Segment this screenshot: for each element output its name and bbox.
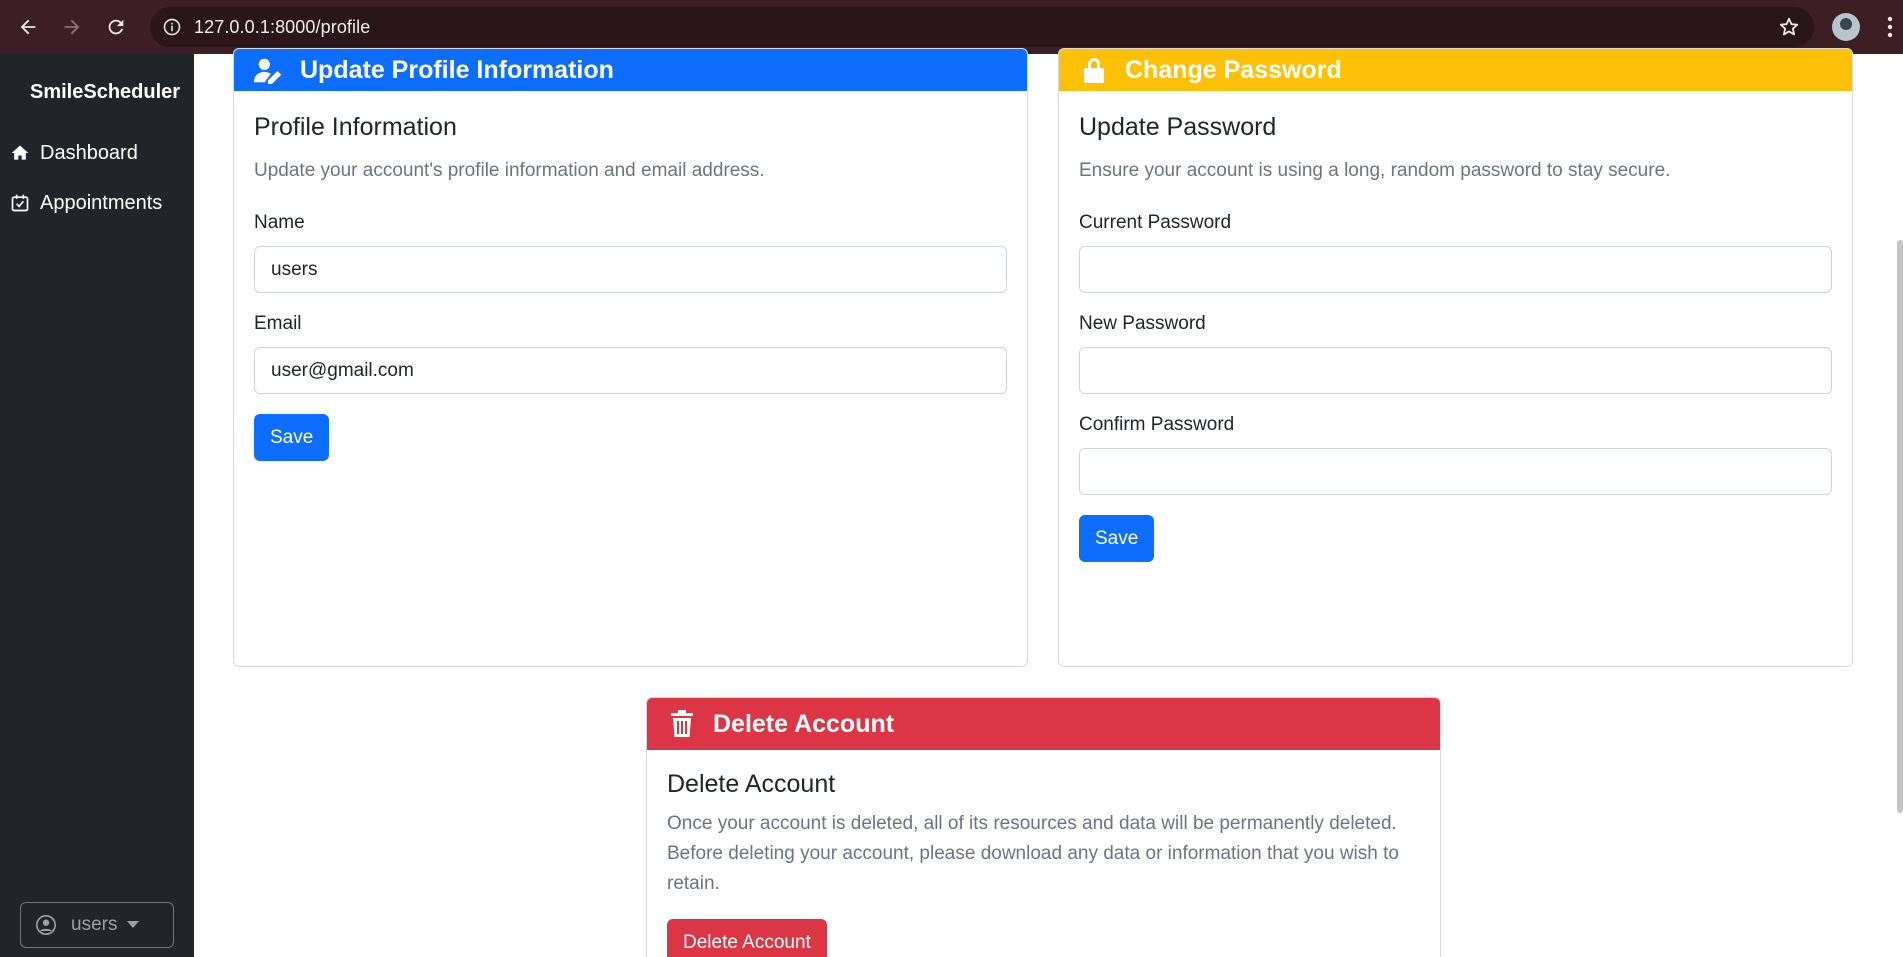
- caret-down-icon: [127, 920, 140, 928]
- forward-button[interactable]: [50, 0, 94, 54]
- confirm-password-label: Confirm Password: [1079, 414, 1235, 435]
- sidebar-item-label: Appointments: [40, 191, 163, 214]
- name-label: Name: [254, 212, 305, 233]
- password-card-header: Change Password: [1059, 49, 1852, 91]
- user-menu-dropdown[interactable]: users: [20, 902, 174, 948]
- bookmark-star-icon[interactable]: [1778, 16, 1800, 42]
- password-card-header-title: Change Password: [1125, 55, 1342, 84]
- browser-toolbar: 127.0.0.1:8000/profile: [0, 0, 1903, 54]
- sidebar-item-dashboard[interactable]: Dashboard: [10, 135, 138, 171]
- site-info-icon[interactable]: [150, 17, 194, 37]
- browser-profile-avatar[interactable]: [1832, 13, 1860, 41]
- new-password-field[interactable]: [1079, 347, 1832, 394]
- back-button[interactable]: [6, 0, 50, 54]
- email-label: Email: [254, 313, 302, 334]
- current-password-label: Current Password: [1079, 212, 1232, 233]
- save-password-button[interactable]: Save: [1079, 515, 1155, 562]
- delete-account-card: Delete Account Delete Account Once your …: [646, 697, 1441, 957]
- delete-section-title: Delete Account: [667, 770, 836, 798]
- save-profile-button[interactable]: Save: [254, 414, 330, 461]
- profile-section-title: Profile Information: [254, 113, 457, 141]
- sidebar-item-label: Dashboard: [40, 141, 138, 164]
- new-password-label: New Password: [1079, 313, 1206, 334]
- name-field[interactable]: [254, 246, 1007, 293]
- profile-section-description: Update your account's profile informatio…: [254, 160, 765, 181]
- url-text[interactable]: 127.0.0.1:8000/profile: [194, 17, 370, 38]
- reload-icon: [108, 19, 124, 35]
- arrow-right-icon: [64, 19, 80, 35]
- profile-card-header-title: Update Profile Information: [300, 55, 614, 84]
- password-section-description: Ensure your account is using a long, ran…: [1079, 160, 1671, 181]
- sidebar-item-appointments[interactable]: Appointments: [10, 185, 162, 221]
- more-options-icon[interactable]: [1882, 14, 1898, 44]
- delete-section-description: Once your account is deleted, all of its…: [667, 813, 1399, 894]
- sidebar: SmileScheduler Dashboard Appointments us…: [0, 54, 194, 957]
- lock-icon: [1084, 58, 1104, 83]
- user-circle-icon: [36, 915, 56, 935]
- profile-card: Update Profile Information Profile Infor…: [233, 48, 1028, 667]
- confirm-password-field[interactable]: [1079, 448, 1832, 495]
- delete-card-header-title: Delete Account: [713, 709, 895, 738]
- profile-card-header: Update Profile Information: [234, 49, 1027, 91]
- brand-logo[interactable]: SmileScheduler: [30, 81, 180, 104]
- calendar-check-icon: [11, 194, 29, 212]
- delete-account-button[interactable]: Delete Account: [667, 919, 827, 957]
- delete-card-header: Delete Account: [647, 698, 1440, 750]
- user-menu-label: users: [71, 914, 118, 935]
- password-card: Change Password Update Password Ensure y…: [1058, 48, 1853, 667]
- trash-icon: [671, 710, 693, 737]
- arrow-left-icon: [20, 19, 36, 35]
- email-field[interactable]: [254, 347, 1007, 394]
- house-icon: [11, 145, 29, 160]
- address-bar[interactable]: 127.0.0.1:8000/profile: [150, 7, 1814, 47]
- reload-button[interactable]: [94, 0, 138, 54]
- user-edit-icon: [254, 58, 282, 84]
- password-section-title: Update Password: [1079, 113, 1277, 141]
- page-scrollbar[interactable]: [1897, 240, 1903, 813]
- current-password-field[interactable]: [1079, 246, 1832, 293]
